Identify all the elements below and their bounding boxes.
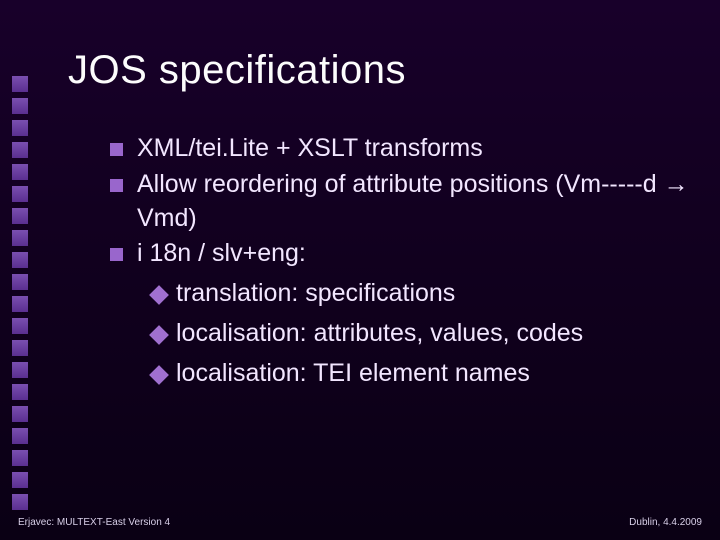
- deco-square: [12, 164, 28, 180]
- bullet-level1: XML/tei.Lite + XSLT transforms: [110, 132, 690, 166]
- slide: JOS specifications XML/tei.Lite + XSLT t…: [0, 0, 720, 540]
- diamond-bullet-icon: [149, 285, 169, 305]
- deco-square: [12, 472, 28, 488]
- bullet-level2: translation: specifications: [152, 277, 690, 311]
- deco-square: [12, 362, 28, 378]
- square-bullet-icon: [110, 179, 123, 192]
- deco-square: [12, 186, 28, 202]
- slide-title: JOS specifications: [68, 48, 406, 93]
- bullet-level1: Allow reordering of attribute positions …: [110, 168, 690, 236]
- square-bullet-icon: [110, 143, 123, 156]
- deco-square: [12, 318, 28, 334]
- deco-square: [12, 142, 28, 158]
- bullet-text: Allow reordering of attribute positions …: [137, 168, 690, 236]
- deco-square: [12, 76, 28, 92]
- bullet-text: localisation: TEI element names: [176, 357, 690, 391]
- bullet-level2: localisation: attributes, values, codes: [152, 317, 690, 351]
- sub-bullets: translation: specifications localisation…: [152, 277, 690, 390]
- diamond-bullet-icon: [149, 365, 169, 385]
- slide-body: XML/tei.Lite + XSLT transforms Allow reo…: [110, 132, 690, 390]
- deco-square: [12, 384, 28, 400]
- diamond-bullet-icon: [149, 325, 169, 345]
- deco-square: [12, 274, 28, 290]
- bullet-level2: localisation: TEI element names: [152, 357, 690, 391]
- deco-square: [12, 494, 28, 510]
- bullet-text: XML/tei.Lite + XSLT transforms: [137, 132, 690, 166]
- deco-square: [12, 120, 28, 136]
- deco-square: [12, 450, 28, 466]
- deco-square: [12, 252, 28, 268]
- bullet-text: i 18n / slv+eng:: [137, 237, 690, 271]
- footer-left: Erjavec: MULTEXT-East Version 4: [18, 517, 170, 528]
- footer-right: Dublin, 4.4.2009: [629, 517, 702, 528]
- bullet-level1: i 18n / slv+eng:: [110, 237, 690, 271]
- deco-square: [12, 428, 28, 444]
- deco-square: [12, 296, 28, 312]
- deco-square: [12, 340, 28, 356]
- decorative-left-strip: [0, 0, 40, 540]
- bullet-text: localisation: attributes, values, codes: [176, 317, 690, 351]
- deco-square: [12, 208, 28, 224]
- deco-square: [12, 98, 28, 114]
- deco-square: [12, 230, 28, 246]
- bullet-text: translation: specifications: [176, 277, 690, 311]
- deco-square: [12, 406, 28, 422]
- square-bullet-icon: [110, 248, 123, 261]
